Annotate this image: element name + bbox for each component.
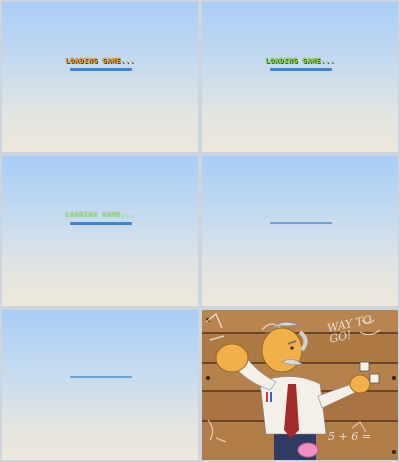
loading-progress-bar	[70, 68, 132, 71]
game-screen[interactable]: WAY TO GO! 5 + 6 =	[201, 309, 399, 461]
loading-frame-1: LOADING GAME...	[1, 1, 199, 153]
loading-frame-4	[201, 155, 399, 307]
loading-label: LOADING GAME...	[65, 211, 135, 219]
loading-label: LOADING GAME...	[65, 57, 135, 65]
loading-progress-bar	[70, 222, 132, 225]
loading-frame-2: LOADING GAME...	[201, 1, 399, 153]
loading-progress-bar	[270, 222, 332, 224]
loading-frame-3: LOADING GAME...	[1, 155, 199, 307]
loading-progress-bar	[270, 68, 332, 71]
teacher-character	[215, 321, 380, 460]
loading-progress-bar	[70, 376, 132, 378]
loading-frame-5	[1, 309, 199, 461]
frames-grid: LOADING GAME... LOADING GAME... LOADING …	[0, 0, 400, 462]
loading-label: LOADING GAME...	[265, 57, 335, 65]
